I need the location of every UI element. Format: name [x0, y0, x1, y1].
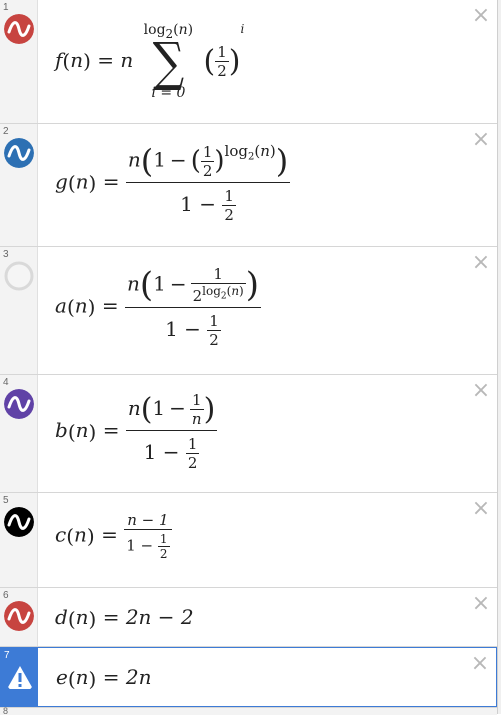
row-gutter: 5 [0, 493, 38, 587]
row-index: 4 [3, 377, 9, 388]
row-gutter: 4 [0, 375, 38, 492]
delete-expression-button[interactable]: × [470, 653, 490, 675]
wave-icon[interactable] [4, 138, 34, 168]
row-gutter: 6 [0, 588, 38, 646]
expression-b[interactable]: b(n) = n(1−1 n) 1 − 12 [55, 391, 218, 472]
expression-row-a[interactable]: 3 × a(n) = n(1−1 2log2(n)) 1 − 12 [0, 247, 497, 375]
expression-list: 1 × f(n) = n log2(n) ∑ i = 0 (1 2)i 2 ×… [0, 0, 498, 716]
delete-expression-button[interactable]: × [471, 498, 491, 520]
wave-icon[interactable] [4, 507, 34, 537]
expression-d[interactable]: d(n) = 2n − 2 [55, 605, 194, 631]
expression-row-d[interactable]: 6 × d(n) = 2n − 2 [0, 588, 497, 647]
expression-g[interactable]: g(n) = n(1−(1 2)log2(n)) 1 − 12 [55, 142, 291, 224]
expression-row-b[interactable]: 4 × b(n) = n(1−1 n) 1 − 12 [0, 375, 497, 493]
row-index: 1 [3, 2, 9, 13]
warning-icon[interactable] [5, 663, 35, 693]
row-gutter: 7 [1, 648, 38, 706]
row-index: 5 [3, 495, 9, 506]
sum-symbol: ∑ [152, 31, 185, 93]
expression-row-e[interactable]: 7 × e(n) = 2n [0, 647, 497, 707]
expression-row-g[interactable]: 2 × g(n) = n(1−(1 2)log2(n)) 1 − 12 [0, 124, 497, 247]
row-index: 2 [3, 126, 9, 137]
delete-expression-button[interactable]: × [471, 129, 491, 151]
expression-f[interactable]: f(n) = n log2(n) ∑ i = 0 (1 2)i [55, 22, 244, 101]
row-gutter: 1 [0, 0, 38, 123]
row-index: 8 [3, 706, 9, 716]
expression-c[interactable]: c(n) = n − 1 1 − 12 [55, 511, 172, 561]
wave-icon[interactable] [4, 601, 34, 631]
delete-expression-button[interactable]: × [471, 252, 491, 274]
expression-e[interactable]: e(n) = 2n [56, 665, 151, 691]
row-gutter: 2 [0, 124, 38, 246]
row-index: 7 [4, 650, 10, 661]
row-gutter: 3 [0, 247, 38, 374]
expression-a[interactable]: a(n) = n(1−1 2log2(n)) 1 − 12 [55, 265, 261, 349]
wave-icon[interactable] [4, 14, 34, 44]
delete-expression-button[interactable]: × [471, 593, 491, 615]
expression-row-f[interactable]: 1 × f(n) = n log2(n) ∑ i = 0 (1 2)i [0, 0, 497, 124]
delete-expression-button[interactable]: × [471, 380, 491, 402]
delete-expression-button[interactable]: × [471, 5, 491, 27]
expression-row-c[interactable]: 5 × c(n) = n − 1 1 − 12 [0, 493, 497, 588]
hidden-circle-icon[interactable] [4, 261, 34, 291]
wave-icon[interactable] [4, 389, 34, 419]
row-index: 6 [3, 590, 9, 601]
row-index: 3 [3, 249, 9, 260]
